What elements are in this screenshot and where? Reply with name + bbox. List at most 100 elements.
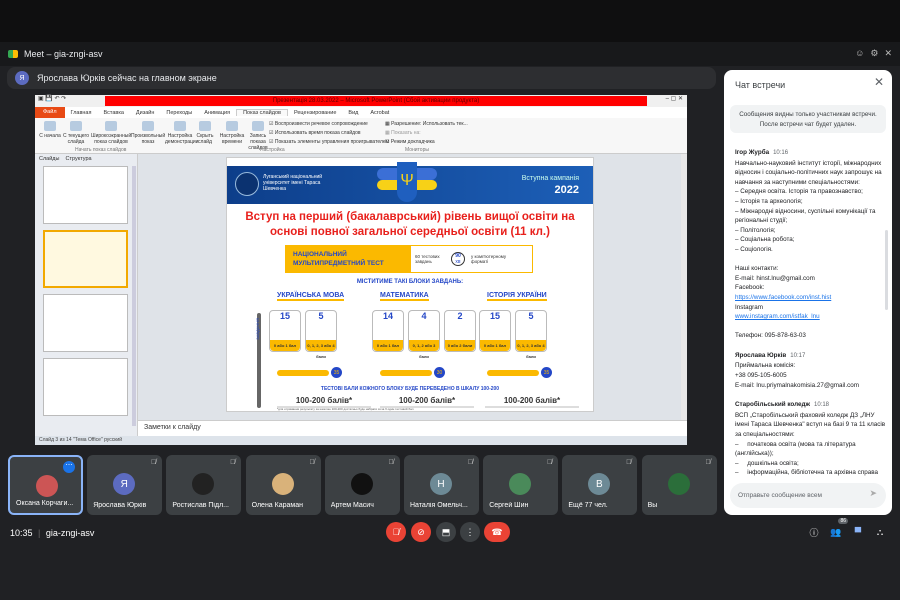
subject-title: МАТЕМАТИКА	[380, 292, 429, 301]
presenter-view-checkbox[interactable]: ☐ Режим докладчика	[385, 139, 435, 145]
tab-insert[interactable]: Вставка	[97, 110, 129, 116]
emoji-icon[interactable]: ☺	[855, 48, 864, 59]
task-count: 15	[489, 311, 500, 321]
participant-tile[interactable]: 🎙̸ Ростислав Підл...	[166, 455, 242, 515]
chat-messages[interactable]: Ігор Журба 10:16 Навчально-науковий інсти…	[735, 148, 887, 476]
slide-thumbnail[interactable]	[43, 294, 128, 352]
notes-field[interactable]: Заметки к слайду	[138, 420, 687, 436]
mic-off-icon: 🎙̸	[467, 459, 473, 466]
tab-file[interactable]: Файл	[35, 107, 65, 118]
narration-checkbox[interactable]: ☑ Воспроизвести речевое сопровождение	[269, 121, 368, 127]
camera-off-button[interactable]: ⊘	[411, 522, 431, 542]
tab-view[interactable]: Вид	[342, 110, 364, 116]
participant-tile[interactable]: Я 🎙̸ Ярослава Юрків	[87, 455, 163, 515]
avatar: В	[588, 473, 611, 495]
hide-slide-button[interactable]: Скрыть слайд	[193, 121, 217, 145]
task-points: 0 або 1 бал	[373, 340, 403, 351]
task-card: 14 0 або 1 бал	[372, 310, 404, 352]
slide-thumbnail[interactable]	[43, 166, 128, 224]
chat-input[interactable]: Отправьте сообщение всем ➤	[730, 483, 886, 508]
avatar	[192, 473, 215, 495]
participant-tile[interactable]: 🎙̸ Вы	[641, 455, 717, 515]
resolution-select[interactable]: ▦ Разрешение: Использовать тек...	[385, 121, 468, 127]
custom-show-button[interactable]: Произвольный показ	[131, 121, 165, 145]
participant-tile[interactable]: ⋯ Оксана Корчаги...	[8, 455, 83, 515]
headline-line: Вступ на перший (бакалаврський) рівень в…	[245, 211, 575, 223]
timer-icon: 90 хв	[451, 252, 465, 266]
avatar	[271, 473, 294, 495]
slide-thumbnail[interactable]	[43, 358, 128, 416]
participant-tile[interactable]: 🎙̸ Артем Масич	[324, 455, 400, 515]
activities-button[interactable]: ⛬	[870, 522, 890, 542]
subject-title: УКРАЇНСЬКА МОВА	[277, 292, 345, 301]
tab-animation[interactable]: Анимация	[198, 110, 236, 116]
task-count: 5	[528, 311, 534, 321]
show-on-select[interactable]: ▦ Показать на:	[385, 130, 421, 136]
tab-transitions[interactable]: Переходы	[160, 110, 198, 116]
tab-slideshow[interactable]: Показ слайдов	[236, 109, 288, 116]
task-card: 15 0 або 1 бал	[479, 310, 511, 352]
tab-slides[interactable]: Слайды	[39, 156, 59, 162]
task-points: 0, 1, 2 або 3 бали	[409, 340, 439, 359]
participant-name: Артем Масич	[330, 502, 374, 509]
tab-home[interactable]: Главная	[65, 110, 98, 116]
presenter-banner: Я Ярослава Юрків сейчас на главном экран…	[7, 67, 716, 89]
headline-line: основі повної загальної середньої освіти…	[270, 226, 550, 238]
tab-outline[interactable]: Структура	[65, 156, 91, 162]
settings-icon[interactable]: ⚙	[870, 48, 878, 59]
mic-off-icon: 🎙̸	[626, 459, 632, 466]
more-options-button[interactable]: ⋮	[460, 522, 480, 542]
present-button[interactable]: ⬒	[436, 522, 456, 542]
meeting-code[interactable]: gia-zngi-asv	[46, 528, 95, 538]
slides-pane: Слайды Структура	[35, 154, 138, 436]
meeting-details-button[interactable]: ⓘ	[804, 522, 824, 542]
meeting-info: 10:35 | gia-zngi-asv	[10, 528, 95, 538]
people-button[interactable]: 👥 86	[826, 518, 848, 542]
task-card: 15 0 або 1 бал	[269, 310, 301, 352]
pane-scrollbar[interactable]	[132, 166, 136, 426]
controls-checkbox[interactable]: ☑ Показать элементы управления проигрыва…	[269, 139, 389, 145]
slide-thumbnail-selected[interactable]	[43, 230, 128, 288]
chat-message: Старобільський коледж 10:18 ВСП „Старобіл…	[735, 400, 887, 476]
more-options-icon[interactable]: ⋯	[63, 461, 75, 473]
task-count: 14	[382, 311, 393, 321]
slide-scrollbar[interactable]	[681, 154, 687, 420]
chat-scrollbar[interactable]	[885, 230, 888, 310]
tasks-count: 60 тестових завдань	[415, 254, 440, 264]
message-time: 10:18	[814, 402, 830, 409]
chat-button[interactable]: ▀	[848, 522, 868, 542]
avatar: Я	[15, 71, 29, 85]
participant-tile[interactable]: 🎙̸ Олена Караман	[245, 455, 321, 515]
message-text: Телефон: 095-878-63-03	[735, 332, 806, 340]
from-current-button[interactable]: С текущего слайда	[61, 121, 91, 145]
close-icon[interactable]: ✕	[884, 48, 892, 59]
participant-tile[interactable]: Н 🎙̸ Наталія Омельч...	[404, 455, 479, 515]
tab-acrobat[interactable]: Acrobat	[364, 110, 395, 116]
slide-editor: Луганський національний університет імен…	[138, 154, 687, 420]
people-count-badge: 86	[838, 518, 848, 524]
ppt-title: Презентація 28.03.2022 – Microsoft Power…	[105, 96, 647, 106]
participant-name: Оксана Корчаги...	[16, 500, 74, 507]
end-call-button[interactable]: ☎	[484, 522, 510, 542]
tab-design[interactable]: Дизайн	[130, 110, 161, 116]
send-icon[interactable]: ➤	[869, 488, 877, 499]
task-card: 5 0, 1, 2, 3 або 4 бали	[305, 310, 337, 359]
mic-off-button[interactable]: 🎙̸	[386, 522, 406, 542]
timings-checkbox[interactable]: ☑ Использовать время показа слайдов	[269, 130, 361, 136]
tab-review[interactable]: Рецензирование	[288, 110, 342, 116]
widescreen-button[interactable]: Широкоэкранный показ слайдов	[91, 121, 131, 145]
task-count: 4	[421, 311, 427, 321]
chat-message: Ярослава Юрків 10:17 Приймальна комісія: …	[735, 351, 887, 390]
participant-name: Ростислав Підл...	[172, 502, 229, 509]
window-controls: ☺ ⚙ ✕	[855, 48, 892, 59]
close-chat-icon[interactable]: ✕	[874, 76, 884, 88]
subject-title: ІСТОРІЯ УКРАЇНИ	[487, 292, 547, 301]
message-author: Ярослава Юрків	[735, 351, 787, 359]
facebook-link[interactable]: https://www.facebook.com/inst.hist	[735, 294, 831, 301]
participant-tile[interactable]: 🎙̸ Сергей Шин	[483, 455, 559, 515]
mic-off-icon: 🎙̸	[388, 459, 394, 466]
participant-tile[interactable]: В 🎙̸ Ещё 77 чел.	[562, 455, 638, 515]
instagram-link[interactable]: www.instagram.com/istfak_lnu	[735, 313, 820, 320]
setup-button[interactable]: Настройка демонстрации	[165, 121, 198, 145]
group-label: Настройка	[260, 147, 285, 153]
